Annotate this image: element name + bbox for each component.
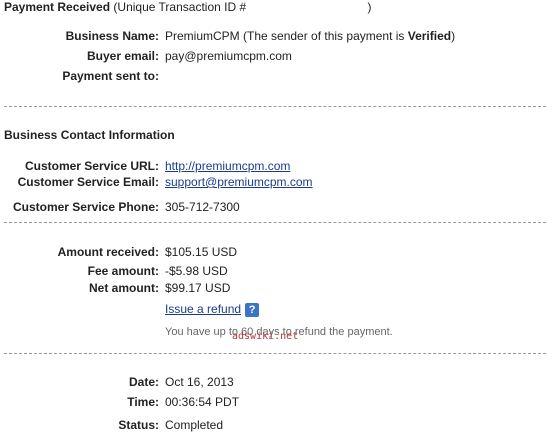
cs-phone-label: Customer Service Phone: [12,200,159,214]
fee-amount-label: Fee amount: [87,264,159,278]
business-name-label: Business Name: [65,29,159,43]
sender-note-post: ) [451,29,456,43]
cs-email-link[interactable]: support@premiumcpm.com [165,175,313,189]
amount-received-label: Amount received: [57,245,159,259]
cs-phone-value: 305-712-7300 [165,200,240,214]
page-title-row: Payment Received (Unique Transaction ID … [4,0,371,14]
divider-2 [4,222,546,223]
net-amount-label: Net amount: [89,281,159,295]
verified-status: Verified [407,29,452,43]
help-icon[interactable]: ? [245,302,260,317]
time-value: 00:36:54 PDT [165,395,240,409]
contact-section-title: Business Contact Information [4,128,175,142]
cs-url-link[interactable]: http://premiumcpm.com [165,159,290,173]
status-label: Status: [118,418,159,432]
transaction-id-close: ) [367,0,372,14]
divider-1 [4,106,546,107]
cs-email-label: Customer Service Email: [17,175,159,189]
divider-3 [4,353,546,354]
page-title: Payment Received [4,0,111,14]
cs-url-cell: http://premiumcpm.com [165,159,290,173]
sender-note-pre: (The sender of this payment is [239,29,408,43]
time-label: Time: [127,395,159,409]
issue-refund-link[interactable]: Issue a refund [165,302,241,316]
date-value: Oct 16, 2013 [165,375,234,389]
net-amount-value: $99.17 USD [165,281,231,295]
buyer-email-label: Buyer email: [86,49,159,63]
business-name-value-row: PremiumCPM (The sender of this payment i… [165,29,455,43]
cs-email-cell: support@premiumcpm.com [165,175,313,189]
amount-received-value: $105.15 USD [165,245,238,259]
status-value: Completed [165,418,224,432]
buyer-email-value: pay@premiumcpm.com [165,49,292,63]
payment-sent-to-label: Payment sent to: [62,69,159,83]
transaction-id-label: (Unique Transaction ID # [113,0,247,14]
watermark-text: adswiki.net [232,331,299,342]
date-label: Date: [128,375,159,389]
cs-url-label: Customer Service URL: [24,159,159,173]
business-name-value: PremiumCPM [165,29,240,43]
refund-row: Issue a refund? [165,302,260,317]
fee-amount-value: -$5.98 USD [165,264,228,278]
